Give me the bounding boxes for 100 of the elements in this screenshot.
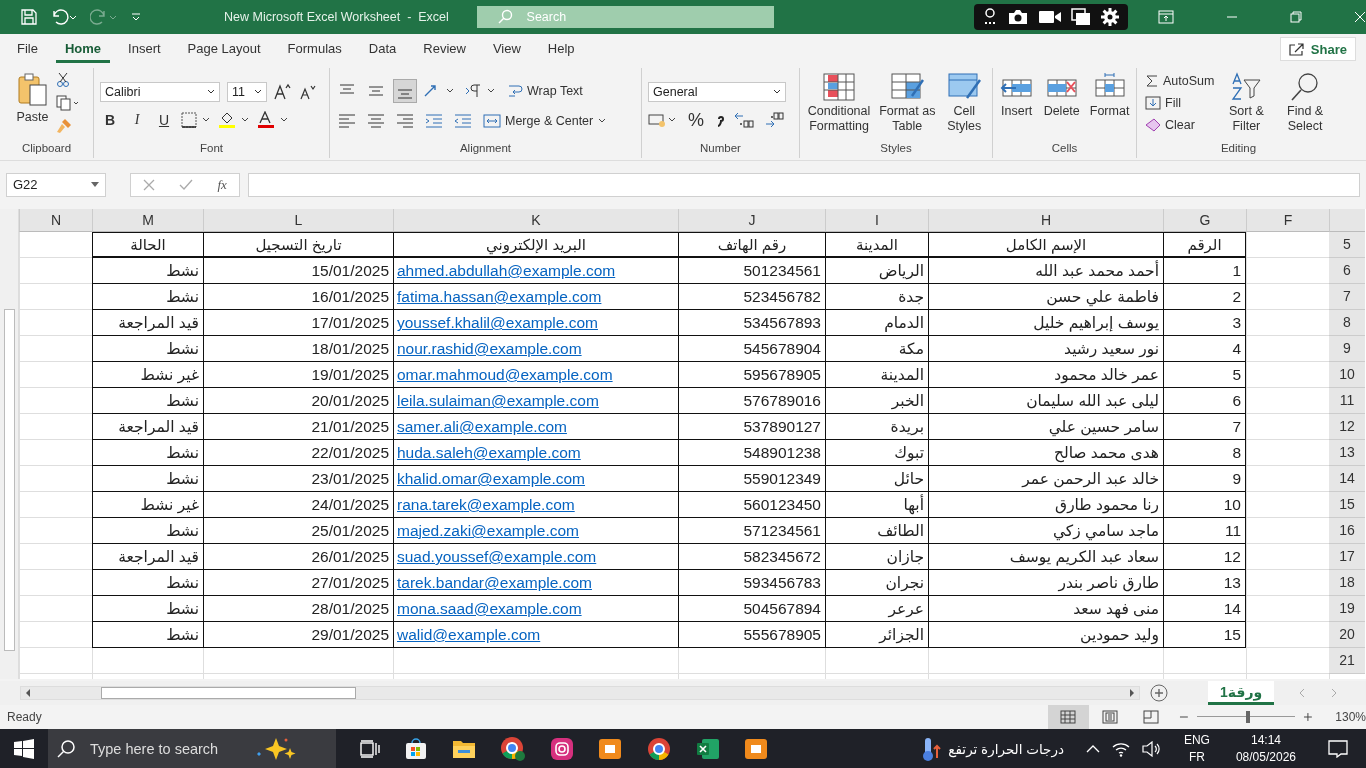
font-size-field[interactable]: 11 [227,82,267,102]
sheet-tab[interactable]: ورقة1 [1208,681,1275,705]
undo-icon[interactable] [50,8,78,26]
horizontal-scrollbar[interactable] [20,686,1140,700]
camera-app-icon[interactable] [550,737,574,761]
merge-center-button[interactable]: Merge & Center [481,110,610,132]
keyboard-layout-text[interactable]: FR [1188,749,1205,766]
email-link[interactable]: rana.tarek@example.com [397,496,575,513]
styles-button[interactable]: Format as Table [876,70,939,136]
cut-icon[interactable] [55,72,70,88]
email-link[interactable]: ahmed.abdullah@example.com [397,262,616,279]
font-name-field[interactable]: Calibri [100,82,220,102]
row-header[interactable]: 14 [1329,466,1365,492]
email-link[interactable]: samer.ali@example.com [397,418,567,435]
zoom-level[interactable]: 130% [1335,710,1366,724]
screenshot-app-icon[interactable] [744,737,768,761]
email-link[interactable]: walid@example.com [397,626,541,643]
taskbar-search-field[interactable]: Type here to search [48,729,336,768]
zoom-slider[interactable] [1197,711,1296,723]
column-header[interactable]: L [203,209,393,232]
browser-icon[interactable] [500,736,526,762]
camera-icon[interactable] [1007,8,1029,26]
find-select-button[interactable]: Find & Select [1276,70,1334,136]
row-header[interactable]: 16 [1329,518,1365,544]
column-header[interactable]: F [1246,209,1329,232]
horizontal-align-icon[interactable] [394,112,416,130]
name-box[interactable]: G22 [6,172,106,197]
menu-tab[interactable]: Insert [119,35,170,63]
cells-button[interactable]: Delete [1040,70,1083,121]
column-header[interactable]: N [19,209,92,232]
vertical-align-icon[interactable] [394,80,416,102]
close-icon[interactable] [1354,11,1366,23]
row-header[interactable]: 15 [1329,492,1365,518]
task-view-icon[interactable] [360,740,380,758]
styles-button[interactable]: Conditional Formatting [806,70,872,136]
column-header[interactable]: J [678,209,825,232]
wrap-text-button[interactable]: Wrap Text [505,80,585,102]
weather-text[interactable]: درجات الحرارة ترتفع [948,741,1064,757]
row-header[interactable]: 9 [1329,336,1365,362]
video-camera-icon[interactable] [1038,9,1062,25]
row-header[interactable]: 19 [1329,596,1365,622]
styles-button[interactable]: Cell Styles [942,70,986,136]
email-link[interactable]: tarek.bandar@example.com [397,574,592,591]
row-header[interactable]: 7 [1329,284,1365,310]
settings-icon[interactable] [1100,7,1120,27]
row-header[interactable]: 13 [1329,440,1365,466]
check-icon[interactable] [179,178,194,191]
clock-date[interactable]: 08/05/2026 [1235,749,1296,766]
number-format-field[interactable]: General [648,82,786,102]
save-icon[interactable] [20,8,38,26]
row-header[interactable]: 12 [1329,414,1365,440]
email-link[interactable]: nour.rashid@example.com [397,340,582,357]
borders-icon[interactable] [181,112,211,128]
bold-button[interactable]: B [100,110,120,130]
column-header[interactable]: H [928,209,1163,232]
increase-decimal-icon[interactable] [733,111,755,129]
spreadsheet-app-icon[interactable] [696,737,720,761]
browser-icon[interactable] [646,736,672,762]
email-link[interactable]: leila.sulaiman@example.com [397,392,599,409]
row-header[interactable]: 18 [1329,570,1365,596]
column-header[interactable]: I [825,209,928,232]
clear-button[interactable]: Clear [1143,114,1197,136]
language-text[interactable]: ENG [1183,732,1210,749]
restore-icon[interactable] [1290,11,1302,23]
autosum-button[interactable]: AutoSum [1143,70,1217,92]
row-header[interactable]: 20 [1329,622,1365,648]
cells-button[interactable]: Insert [996,70,1037,121]
sort-filter-button[interactable]: Sort & Filter [1220,70,1273,136]
speaker-icon[interactable] [1141,741,1162,757]
email-link[interactable]: huda.saleh@example.com [397,444,581,461]
menu-tab[interactable]: File [8,35,47,63]
insert-function-button[interactable]: fx [217,176,227,193]
menu-tab[interactable]: Review [414,35,475,63]
scroll-left-icon[interactable] [24,688,32,698]
formula-input[interactable] [248,172,1360,197]
cells-button[interactable]: Format [1086,70,1133,121]
email-link[interactable]: khalid.omar@example.com [397,470,586,487]
scroll-right-icon[interactable] [1128,688,1136,698]
email-link[interactable]: majed.zaki@example.com [397,522,579,539]
horizontal-align-icon[interactable] [365,112,387,130]
column-header[interactable]: M [92,209,203,232]
email-link[interactable]: suad.youssef@example.com [397,548,597,565]
windows-icon[interactable] [1071,8,1091,26]
add-sheet-icon[interactable] [1150,684,1168,702]
menu-tab[interactable]: Formulas [278,35,351,63]
fill-button[interactable]: Fill [1143,92,1183,114]
percent-button[interactable]: % [685,110,707,130]
menu-tab[interactable]: View [483,35,530,63]
fill-color-icon[interactable] [218,111,250,129]
chevron-up-icon[interactable] [1085,744,1100,754]
email-link[interactable]: mona.saad@example.com [397,600,582,617]
email-link[interactable]: fatima.hassan@example.com [397,288,602,305]
share-button[interactable]: Share [1279,37,1356,61]
row-header[interactable]: 21 [1329,648,1365,674]
copy-icon[interactable] [55,95,80,111]
increase-font-icon[interactable] [274,83,292,101]
font-color-icon[interactable] [257,111,289,129]
ribbon-display-icon[interactable] [1158,10,1174,24]
column-header[interactable]: G [1163,209,1246,232]
notifications-icon[interactable] [1328,740,1348,758]
